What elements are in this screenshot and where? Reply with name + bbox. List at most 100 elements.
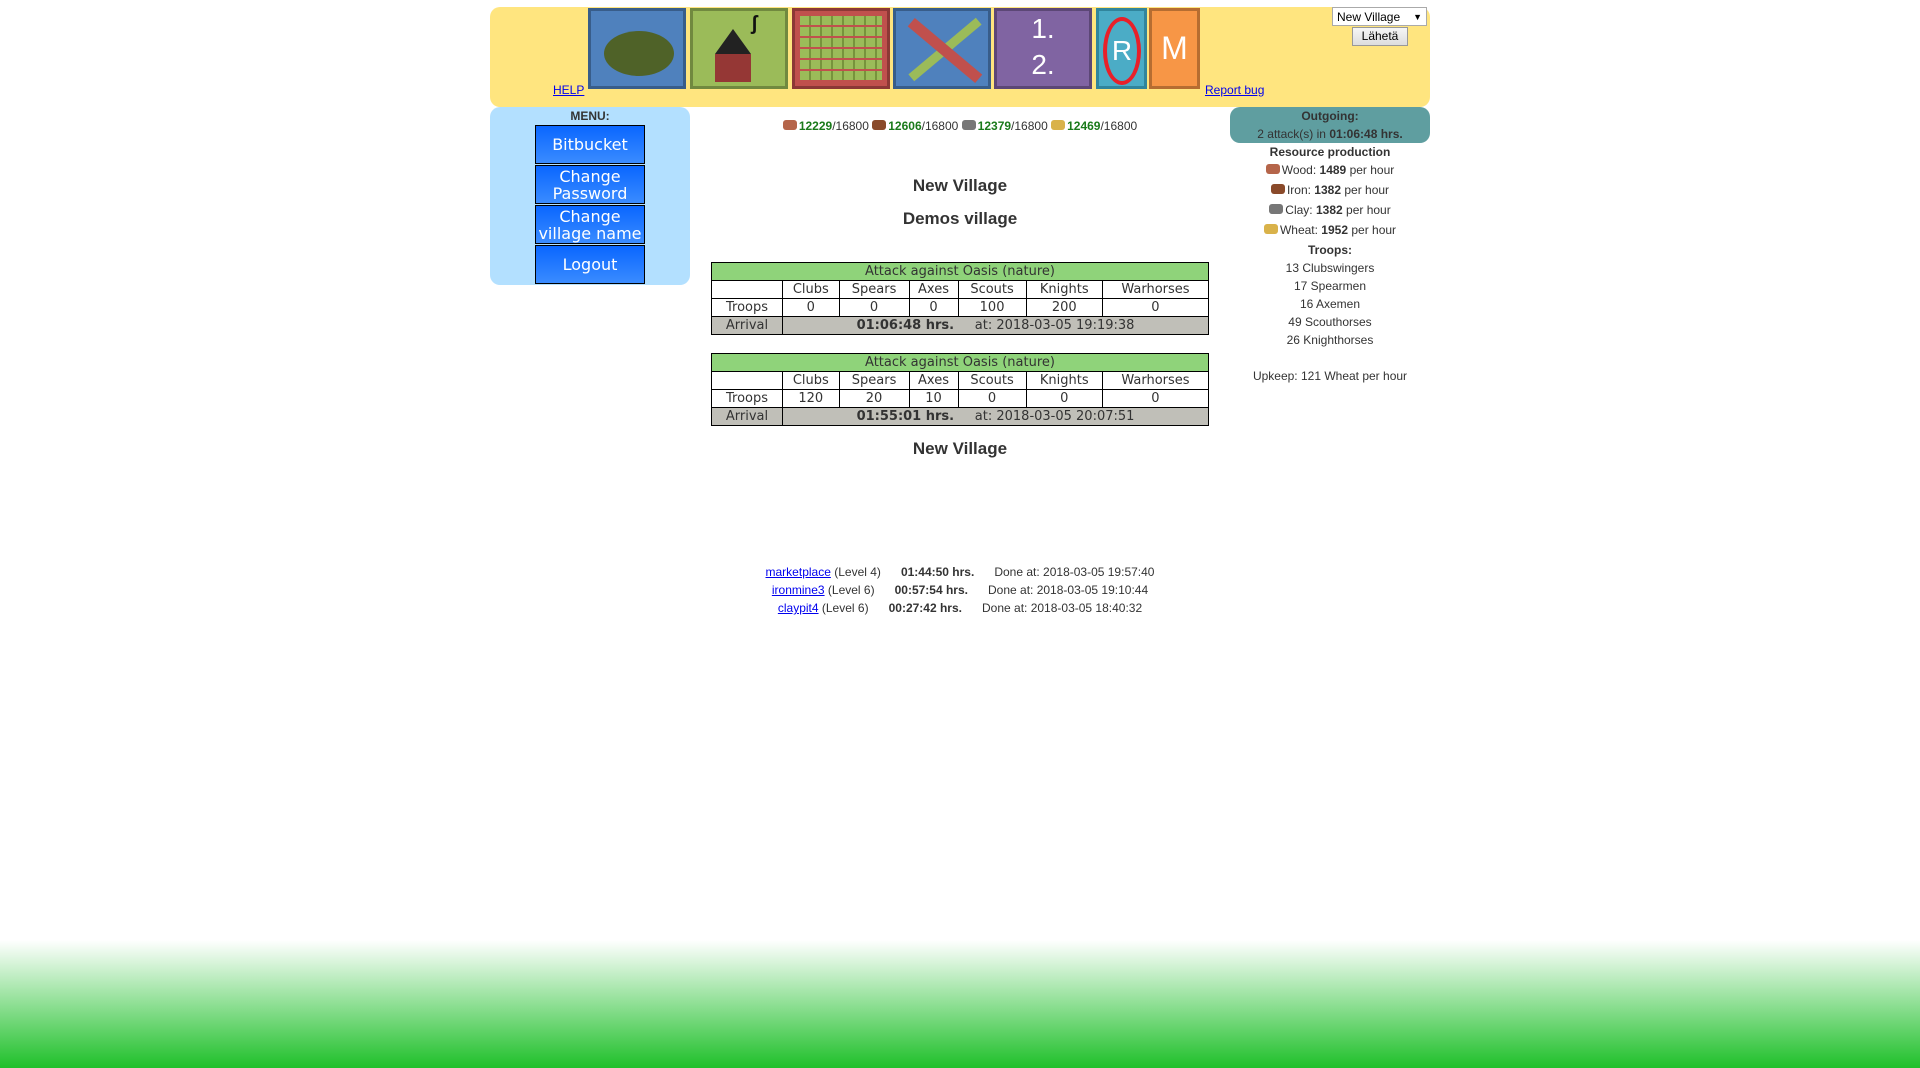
troop-item: 13 Clubswingers	[1285, 261, 1375, 275]
building-link[interactable]: marketplace	[766, 565, 831, 579]
attack-title: Attack against Oasis (nature)	[711, 262, 1209, 281]
arrival-info: 01:06:48 hrs. at: 2018-03-05 19:19:38	[782, 316, 1209, 335]
attack-title: Attack against Oasis (nature)	[711, 353, 1209, 372]
ranking-first: 1.	[1031, 13, 1055, 44]
empty-cell	[711, 371, 783, 390]
production-label: Clay:	[1285, 203, 1313, 217]
troop-count: 0	[782, 298, 840, 317]
reports-letter: R	[1103, 17, 1141, 85]
outgoing-text: 2 attack(s) in	[1257, 127, 1326, 141]
build-done: Done at: 2018-03-05 19:57:40	[994, 565, 1155, 579]
iron-capacity: /16800	[921, 119, 959, 133]
production-title: Resource production	[1269, 145, 1391, 159]
troops-label: Troops	[711, 298, 783, 317]
troop-count: 20	[838, 389, 910, 408]
construction-item: ironmine3 (Level 6) 00:57:54 hrs. Done a…	[700, 583, 1220, 597]
attack-table: Attack against Oasis (nature) Clubs Spears…	[711, 262, 1210, 335]
troop-count: 200	[1025, 298, 1103, 317]
wood-icon	[1265, 164, 1280, 174]
build-done: Done at: 2018-03-05 19:10:44	[988, 583, 1149, 597]
unit-header: Warhorses	[1101, 280, 1210, 299]
unit-header: Scouts	[957, 280, 1027, 299]
wood-capacity: /16800	[832, 119, 869, 133]
production-value: 1952	[1321, 223, 1348, 237]
building-link[interactable]: claypit4	[778, 601, 819, 615]
troop-count: 0	[957, 389, 1027, 408]
ranking-icon[interactable]: 1. 2.	[994, 8, 1092, 89]
report-bug-link[interactable]: Report bug	[1205, 83, 1264, 97]
arrival-duration: 01:55:01 hrs.	[856, 409, 955, 424]
troops-title: Troops:	[1308, 243, 1352, 257]
resource-bar: 12229/16800 12606/16800 12379/16800 1246…	[700, 119, 1220, 133]
production-unit: per hour	[1344, 183, 1390, 197]
wood-amount: 12229	[798, 119, 833, 133]
production-unit: per hour	[1346, 203, 1391, 217]
menu-change-password-button[interactable]: Change Password	[535, 165, 645, 204]
arrival-info: 01:55:01 hrs. at: 2018-03-05 20:07:51	[782, 407, 1209, 426]
production-value: 1382	[1315, 203, 1343, 217]
menu-logout-button[interactable]: Logout	[535, 245, 645, 284]
village-name: New Village	[912, 176, 1008, 195]
header: HELP ʃ 1. 2. R M Report bug New Village ▼ …	[490, 7, 1430, 107]
arrival-label: Arrival	[711, 316, 783, 335]
construction-item: marketplace (Level 4) 01:44:50 hrs. Done…	[700, 565, 1220, 579]
fields-icon[interactable]	[792, 8, 890, 89]
iron-icon	[872, 120, 887, 130]
map-icon[interactable]	[588, 8, 686, 89]
production-unit: per hour	[1349, 163, 1395, 177]
construction-item: claypit4 (Level 6) 00:27:42 hrs. Done at…	[700, 601, 1220, 615]
production-row: Clay: 1382 per hour	[1230, 203, 1430, 223]
troop-count: 10	[908, 389, 959, 408]
village-select-value: New Village	[1337, 10, 1401, 24]
village-select[interactable]: New Village ▼	[1332, 7, 1427, 26]
troop-item: 17 Spearmen	[1293, 279, 1367, 293]
production-value: 1382	[1314, 183, 1341, 197]
build-done: Done at: 2018-03-05 18:40:32	[982, 601, 1143, 615]
production-row: Iron: 1382 per hour	[1230, 183, 1430, 203]
battle-icon[interactable]	[893, 8, 991, 89]
wheat-icon	[1263, 224, 1278, 234]
production-label: Wood:	[1281, 163, 1317, 177]
menu-bitbucket-button[interactable]: Bitbucket	[535, 125, 645, 164]
village-icon[interactable]: ʃ	[690, 8, 788, 89]
help-link[interactable]: HELP	[553, 83, 584, 97]
troop-item: 16 Axemen	[1299, 297, 1361, 311]
building-level: (Level 6)	[827, 583, 875, 597]
upkeep: Upkeep: 121 Wheat per hour	[1252, 369, 1408, 383]
arrival-label: Arrival	[711, 407, 783, 426]
reports-icon[interactable]: R	[1096, 8, 1147, 89]
village-footer-name: New Village	[912, 439, 1008, 458]
menu-title: MENU:	[570, 109, 610, 123]
troop-count: 100	[957, 298, 1027, 317]
unit-header: Axes	[908, 371, 959, 390]
building-level: (Level 6)	[821, 601, 869, 615]
messages-icon[interactable]: M	[1149, 8, 1200, 89]
attack-table: Attack against Oasis (nature) Clubs Spears…	[711, 353, 1210, 426]
send-button[interactable]: Lähetä	[1352, 27, 1408, 46]
arrival-time: at: 2018-03-05 19:19:38	[974, 318, 1135, 333]
troop-count: 0	[908, 298, 959, 317]
iron-icon	[1270, 184, 1285, 194]
unit-header: Scouts	[957, 371, 1027, 390]
unit-header: Warhorses	[1101, 371, 1210, 390]
building-level: (Level 4)	[834, 565, 881, 579]
iron-amount: 12606	[888, 119, 922, 133]
clay-icon	[961, 120, 976, 130]
building-link[interactable]: ironmine3	[772, 583, 825, 597]
unit-header: Clubs	[782, 280, 840, 299]
troop-item: 26 Knighthorses	[1286, 333, 1374, 347]
clay-capacity: /16800	[1011, 119, 1048, 133]
troop-count: 0	[1101, 298, 1210, 317]
ranking-second: 2.	[1031, 49, 1055, 80]
outgoing-time: 01:06:48 hrs.	[1329, 127, 1403, 141]
outgoing-title: Outgoing:	[1301, 109, 1359, 123]
wheat-amount: 12469	[1067, 119, 1101, 133]
village-info: Resource production Wood: 1489 per hour Ir…	[1230, 145, 1430, 383]
chevron-down-icon: ▼	[1413, 12, 1422, 22]
arrival-duration: 01:06:48 hrs.	[856, 318, 955, 333]
troop-count: 0	[838, 298, 910, 317]
background-gradient	[0, 940, 1920, 1068]
menu-change-village-name-button[interactable]: Change village name	[535, 205, 645, 244]
build-time: 00:27:42 hrs.	[888, 601, 962, 615]
wheat-icon	[1051, 120, 1066, 130]
